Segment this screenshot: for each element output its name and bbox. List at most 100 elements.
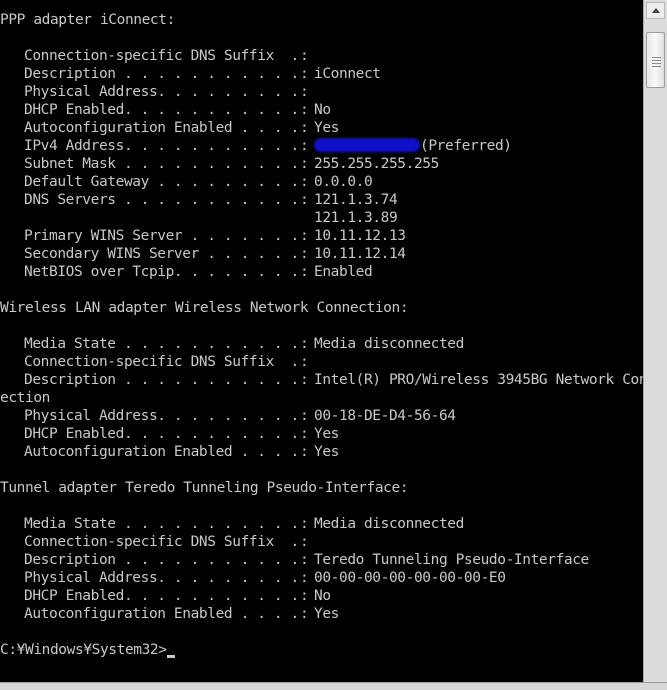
config-row: Physical Address. . . . . . . . .: 00-18-…: [0, 407, 643, 425]
config-label: Autoconfiguration Enabled . . . .: [24, 444, 299, 460]
vertical-scrollbar[interactable]: [643, 0, 667, 682]
config-label: Description . . . . . . . . . . .: [24, 372, 299, 388]
separator: :: [300, 426, 309, 442]
separator: :: [300, 174, 309, 190]
config-row: Primary WINS Server . . . . . . .: 10.11.…: [0, 227, 643, 245]
config-value: Yes: [314, 606, 339, 622]
section-heading: Tunnel adapter Teredo Tunneling Pseudo-I…: [0, 480, 409, 496]
separator: :: [300, 408, 309, 424]
separator: :: [300, 372, 309, 388]
separator: :: [300, 588, 309, 604]
grip-icon: [651, 55, 661, 67]
config-value: Enabled: [314, 264, 373, 280]
config-label: Primary WINS Server . . . . . . .: [24, 228, 299, 244]
config-label: Media State . . . . . . . . . . .: [24, 336, 299, 352]
config-label: Description . . . . . . . . . . .: [24, 552, 299, 568]
separator: :: [300, 48, 309, 64]
config-row: Physical Address. . . . . . . . .:: [0, 83, 643, 101]
config-continuation: 121.1.3.89: [0, 209, 643, 227]
separator: :: [300, 264, 309, 280]
config-label: Physical Address. . . . . . . . .: [24, 408, 299, 424]
config-label: Physical Address. . . . . . . . .: [24, 84, 299, 100]
redacted-ip-address: [314, 138, 420, 152]
config-label: Media State . . . . . . . . . . .: [24, 516, 299, 532]
console-output[interactable]: PPP adapter iConnect: Connection-specifi…: [0, 0, 643, 682]
separator: :: [300, 354, 309, 370]
config-label: Autoconfiguration Enabled . . . .: [24, 606, 299, 622]
wrapped-text: ection: [0, 390, 50, 406]
separator: :: [300, 66, 309, 82]
config-row: Description . . . . . . . . . . .: iConne…: [0, 65, 643, 83]
separator: :: [300, 84, 309, 100]
config-row: Secondary WINS Server . . . . . .: 10.11.…: [0, 245, 643, 263]
config-value: Yes: [314, 444, 339, 460]
config-row: DNS Servers . . . . . . . . . . .: 121.1.…: [0, 191, 643, 209]
config-label: DHCP Enabled. . . . . . . . . . .: [24, 102, 299, 118]
config-row: Autoconfiguration Enabled . . . .: Yes: [0, 605, 643, 623]
config-value: Media disconnected: [314, 336, 464, 352]
scroll-up-button[interactable]: [646, 2, 665, 19]
config-value: 121.1.3.89: [314, 210, 398, 226]
config-value: No: [314, 102, 331, 118]
separator: :: [300, 138, 309, 154]
config-row: Default Gateway . . . . . . . . .: 0.0.0.…: [0, 173, 643, 191]
separator: :: [300, 336, 309, 352]
config-row: DHCP Enabled. . . . . . . . . . .: Yes: [0, 425, 643, 443]
prompt-path: C:¥Windows¥System32>: [0, 642, 167, 658]
separator: :: [300, 444, 309, 460]
config-row: Description . . . . . . . . . . .: Teredo…: [0, 551, 643, 569]
config-label: Description . . . . . . . . . . .: [24, 66, 299, 82]
config-value: Media disconnected: [314, 516, 464, 532]
command-prompt[interactable]: C:¥Windows¥System32>: [0, 641, 643, 659]
config-label: DNS Servers . . . . . . . . . . .: [24, 192, 299, 208]
config-row: Physical Address. . . . . . . . .: 00-00-…: [0, 569, 643, 587]
config-value: Yes: [314, 426, 339, 442]
section-heading: PPP adapter iConnect:: [0, 12, 175, 28]
text-cursor: [166, 655, 175, 658]
config-value: 10.11.12.13: [314, 228, 406, 244]
separator: :: [300, 570, 309, 586]
config-value: 10.11.12.14: [314, 246, 406, 262]
config-row: DHCP Enabled. . . . . . . . . . .: No: [0, 101, 643, 119]
triangle-up-icon: [651, 8, 660, 13]
config-label: DHCP Enabled. . . . . . . . . . .: [24, 588, 299, 604]
config-label: Autoconfiguration Enabled . . . .: [24, 120, 299, 136]
config-row: Connection-specific DNS Suffix .:: [0, 353, 643, 371]
separator: :: [300, 120, 309, 136]
config-row: NetBIOS over Tcpip. . . . . . . .: Enable…: [0, 263, 643, 281]
config-value: Yes: [314, 120, 339, 136]
window-bottom-edge: [0, 682, 667, 690]
config-row: Connection-specific DNS Suffix .:: [0, 47, 643, 65]
config-label: Secondary WINS Server . . . . . .: [24, 246, 299, 262]
config-label: Physical Address. . . . . . . . .: [24, 570, 299, 586]
config-row: Connection-specific DNS Suffix .:: [0, 533, 643, 551]
config-value: 00-00-00-00-00-00-00-E0: [314, 570, 506, 586]
config-row: DHCP Enabled. . . . . . . . . . .: No: [0, 587, 643, 605]
separator: :: [300, 102, 309, 118]
separator: :: [300, 156, 309, 172]
separator: :: [300, 246, 309, 262]
separator: :: [300, 606, 309, 622]
separator: :: [300, 552, 309, 568]
config-value: No: [314, 588, 331, 604]
scrollbar-thumb[interactable]: [646, 32, 665, 88]
separator: :: [300, 516, 309, 532]
config-row: Media State . . . . . . . . . . .: Media …: [0, 515, 643, 533]
config-label: Connection-specific DNS Suffix .: [24, 48, 299, 64]
separator: :: [300, 228, 309, 244]
config-value: 0.0.0.0: [314, 174, 373, 190]
config-label: DHCP Enabled. . . . . . . . . . .: [24, 426, 299, 442]
config-row: Autoconfiguration Enabled . . . .: Yes: [0, 443, 643, 461]
config-value: 255.255.255.255: [314, 156, 439, 172]
config-row: Description . . . . . . . . . . .: Intel(…: [0, 371, 643, 389]
config-row: Media State . . . . . . . . . . .: Media …: [0, 335, 643, 353]
config-value: Teredo Tunneling Pseudo-Interface: [314, 552, 589, 568]
config-label: Default Gateway . . . . . . . . .: [24, 174, 299, 190]
config-value: iConnect: [314, 66, 381, 82]
config-label: IPv4 Address. . . . . . . . . . .: [24, 138, 299, 154]
